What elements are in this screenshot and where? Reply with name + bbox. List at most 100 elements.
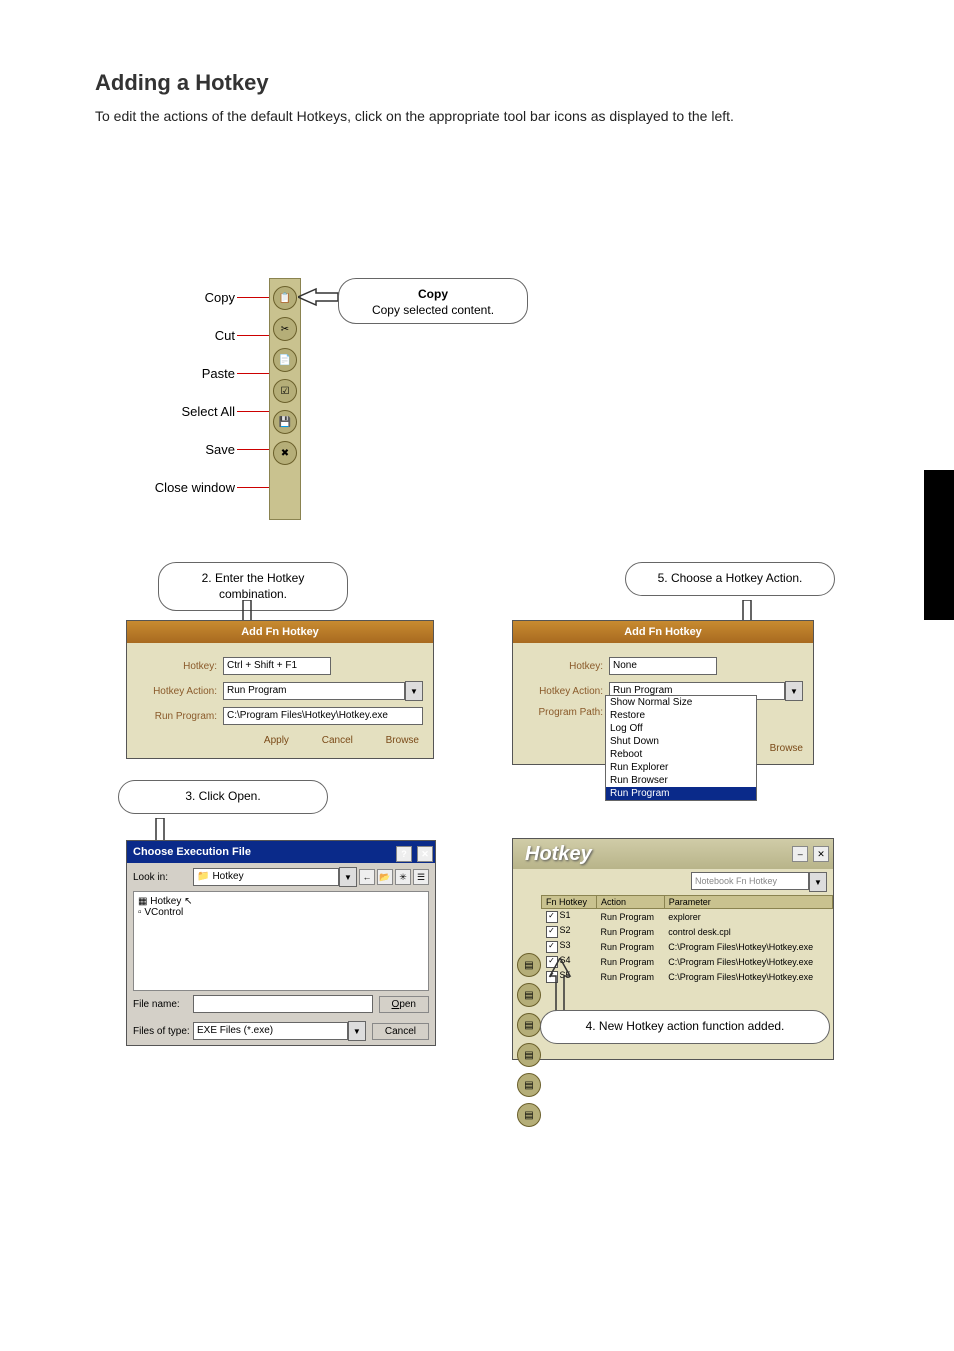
programpath-field-label: Program Path: — [523, 707, 609, 718]
table-row[interactable]: ✓S5Run ProgramC:\Program Files\Hotkey\Ho… — [542, 969, 833, 984]
label-line — [237, 487, 269, 488]
apply-button[interactable]: Apply — [264, 735, 289, 746]
label-line — [237, 297, 269, 298]
browse-button[interactable]: Browse — [386, 735, 419, 746]
window-title: Hotkey — [517, 843, 592, 866]
select-all-icon[interactable]: ☑ — [273, 379, 297, 403]
dropdown-option-selected[interactable]: Run Program — [606, 787, 756, 800]
file-item[interactable]: ▦ Hotkey ↖ — [138, 896, 424, 907]
col-fnhotkey[interactable]: Fn Hotkey — [542, 896, 597, 909]
hotkey-toolbar: 📋 ✂ 📄 ☑ 💾 ✖ — [269, 278, 301, 520]
side-icon[interactable]: ▤ — [517, 1043, 541, 1067]
action-field[interactable]: Run Program — [223, 682, 405, 700]
action-field-label: Hotkey Action: — [523, 686, 609, 697]
hotkey-table: Fn Hotkey Action Parameter ✓S1Run Progra… — [541, 895, 833, 984]
tooltip-sub: Copy selected content. — [372, 303, 494, 317]
up-folder-icon[interactable]: 📂 — [377, 869, 393, 885]
checkbox-icon[interactable]: ✓ — [546, 941, 558, 953]
dialog-title: Add Fn Hotkey — [127, 621, 433, 643]
side-toolbar: ▤ ▤ ▤ ▤ ▤ ▤ — [517, 947, 537, 1133]
table-row[interactable]: ✓S3Run ProgramC:\Program Files\Hotkey\Ho… — [542, 939, 833, 954]
side-icon[interactable]: ▤ — [517, 953, 541, 977]
table-row[interactable]: ✓S2Run Programcontrol desk.cpl — [542, 924, 833, 939]
lookin-label: Look in: — [133, 872, 193, 883]
checkbox-icon[interactable]: ✓ — [546, 926, 558, 938]
back-icon[interactable]: ← — [359, 869, 375, 885]
table-row[interactable]: ✓S4Run ProgramC:\Program Files\Hotkey\Ho… — [542, 954, 833, 969]
side-icon[interactable]: ▤ — [517, 1103, 541, 1127]
save-icon[interactable]: 💾 — [273, 410, 297, 434]
label-line — [237, 335, 269, 336]
intro-paragraph: To edit the actions of the default Hotke… — [95, 105, 795, 127]
dropdown-option[interactable]: Shut Down — [606, 735, 756, 748]
filetype-label: Files of type: — [133, 1026, 193, 1037]
tooltip-title: Copy — [418, 287, 448, 301]
col-action[interactable]: Action — [597, 896, 665, 909]
minimize-icon[interactable]: – — [792, 846, 808, 862]
page-title: Adding a Hotkey — [95, 70, 269, 96]
close-icon[interactable]: ✕ — [417, 846, 433, 862]
filename-label: File name: — [133, 999, 193, 1010]
dropdown-option[interactable]: Run Browser — [606, 774, 756, 787]
label-line — [237, 373, 269, 374]
runprogram-field[interactable]: C:\Program Files\Hotkey\Hotkey.exe — [223, 707, 423, 725]
action-dropdown-icon[interactable]: ▼ — [785, 681, 803, 701]
toolbar-label-copy: Copy — [95, 290, 235, 305]
cancel-button[interactable]: Cancel — [372, 1023, 429, 1040]
dialog-title: Choose Execution File ? ✕ — [127, 841, 435, 863]
dropdown-option[interactable]: Log Off — [606, 722, 756, 735]
mode-select[interactable]: Notebook Fn Hotkey — [691, 872, 809, 890]
hotkey-field-label: Hotkey: — [137, 661, 223, 672]
add-hotkey-dialog: Add Fn Hotkey Hotkey: Ctrl + Shift + F1 … — [126, 620, 434, 759]
close-icon[interactable]: ✕ — [813, 846, 829, 862]
help-icon[interactable]: ? — [396, 846, 412, 862]
page-side-tab — [924, 470, 954, 620]
runprogram-field-label: Run Program: — [137, 711, 223, 722]
toolbar-label-cut: Cut — [95, 328, 235, 343]
hotkey-field[interactable]: None — [609, 657, 717, 675]
toolbar-label-paste: Paste — [95, 366, 235, 381]
cut-icon[interactable]: ✂ — [273, 317, 297, 341]
callout-step-5: 5. Choose a Hotkey Action. — [625, 562, 835, 596]
paste-icon[interactable]: 📄 — [273, 348, 297, 372]
dialog-title: Add Fn Hotkey — [513, 621, 813, 643]
cancel-button[interactable]: Cancel — [322, 735, 353, 746]
dialog-title-text: Choose Execution File — [133, 846, 251, 858]
file-item[interactable]: ▫ VControl — [138, 907, 424, 918]
table-row[interactable]: ✓S1Run Programexplorer — [542, 909, 833, 925]
checkbox-icon[interactable]: ✓ — [546, 911, 558, 923]
dropdown-option[interactable]: Restore — [606, 709, 756, 722]
mode-dropdown-icon[interactable]: ▼ — [809, 872, 827, 892]
label-line — [237, 411, 269, 412]
toolbar-label-close: Close window — [95, 480, 235, 495]
tooltip-copy-callout: Copy Copy selected content. — [338, 278, 528, 324]
folder-icon: 📁 — [197, 869, 209, 885]
copy-icon[interactable]: 📋 — [273, 286, 297, 310]
dropdown-option[interactable]: Show Normal Size — [606, 696, 756, 709]
new-folder-icon[interactable]: ✳ — [395, 869, 411, 885]
file-open-dialog: Choose Execution File ? ✕ Look in: 📁 Hot… — [126, 840, 436, 1046]
side-icon[interactable]: ▤ — [517, 1013, 541, 1037]
open-button[interactable]: OOpenpen — [379, 996, 429, 1013]
action-dropdown-list[interactable]: Show Normal Size Restore Log Off Shut Do… — [605, 695, 757, 801]
dropdown-option[interactable]: Run Explorer — [606, 761, 756, 774]
col-parameter[interactable]: Parameter — [664, 896, 832, 909]
side-icon[interactable]: ▤ — [517, 1073, 541, 1097]
callout-step-4: 4. New Hotkey action function added. — [540, 1010, 830, 1044]
close-window-icon[interactable]: ✖ — [273, 441, 297, 465]
add-hotkey-dialog-dropdown: Add Fn Hotkey Hotkey: None Hotkey Action… — [512, 620, 814, 765]
dropdown-option[interactable]: Reboot — [606, 748, 756, 761]
toolbar-label-selectall: Select All — [95, 404, 235, 419]
view-menu-icon[interactable]: ☰ — [413, 869, 429, 885]
filetype-dropdown-icon[interactable]: ▼ — [348, 1021, 366, 1041]
callout-step-3: 3. Click Open. — [118, 780, 328, 814]
filetype-select[interactable]: EXE Files (*.exe) — [193, 1022, 348, 1040]
browse-button[interactable]: Browse — [770, 743, 803, 754]
file-list[interactable]: ▦ Hotkey ↖ ▫ VControl — [133, 891, 429, 991]
filename-input[interactable] — [193, 995, 373, 1013]
side-icon[interactable]: ▤ — [517, 983, 541, 1007]
hotkey-field[interactable]: Ctrl + Shift + F1 — [223, 657, 331, 675]
lookin-dropdown-icon[interactable]: ▼ — [339, 867, 357, 887]
action-field-label: Hotkey Action: — [137, 686, 223, 697]
action-dropdown-icon[interactable]: ▼ — [405, 681, 423, 701]
